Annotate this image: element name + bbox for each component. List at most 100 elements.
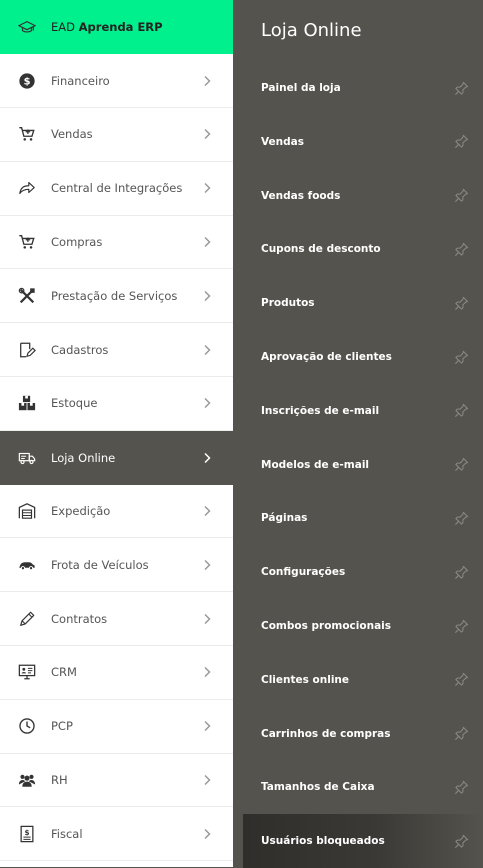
submenu-item-label: Vendas foods [261,189,341,202]
sidebar-item-label: Loja Online [51,450,116,465]
chevron-right-icon [201,559,213,571]
submenu-item-vendas-foods[interactable]: Vendas foods [233,169,483,223]
sidebar-item-label: PCP [51,719,73,734]
sidebar-item-label: EAD Aprenda ERP [51,20,163,34]
submenu-item-cupons-de-desconto[interactable]: Cupons de desconto [233,222,483,276]
edit-document-icon [17,340,37,360]
pin-icon[interactable] [453,349,469,365]
sidebar-item-label: Frota de Veículos [51,557,149,572]
submenu-item-label: Tamanhos de Caixa [261,781,375,794]
submenu-item-label: Painel da loja [261,82,341,94]
submenu-item-modelos-de-e-mail[interactable]: Modelos de e-mail [233,438,483,492]
submenu-item-label: Páginas [261,512,308,525]
chevron-right-icon [201,828,213,840]
sidebar-item-ead[interactable]: EAD Aprenda ERP [0,0,233,54]
chevron-right-icon [201,182,213,194]
sidebar-item-vendas[interactable]: Vendas [0,108,233,162]
submenu-item-carrinhos-de-compras[interactable]: Carrinhos de compras [233,707,483,761]
chevron-right-icon [201,720,213,732]
sidebar-item-prestacao-de-servicos[interactable]: Prestação de Serviços [0,269,233,324]
car-icon [17,555,37,575]
sidebar-item-estoque[interactable]: Estoque [0,377,233,431]
sidebar-item-label: Central de Integrações [51,181,183,196]
sidebar-item-financeiro[interactable]: $ Financeiro [0,54,233,108]
sidebar-item-label: Cadastros [51,342,109,357]
sidebar-item-rh[interactable]: RH [0,753,233,808]
sidebar-item-pcp[interactable]: PCP [0,700,233,754]
submenu-item-paginas[interactable]: Páginas [233,491,483,545]
pin-icon[interactable] [453,833,469,849]
tools-icon [17,286,37,306]
pin-icon[interactable] [453,188,469,204]
chevron-right-icon [201,774,213,786]
submenu-item-label: Modelos de e-mail [261,458,370,471]
sidebar-item-fiscal[interactable]: $ Fiscal [0,807,233,862]
chevron-right-icon [201,344,213,356]
pin-icon[interactable] [453,241,469,257]
people-icon [17,770,37,790]
pen-icon [17,609,37,629]
submenu-item-painel-da-loja[interactable]: Painel da loja [233,61,483,115]
submenu-item-label: Aprovação de clientes [261,351,392,363]
sidebar-item-loja-online[interactable]: Loja Online [0,430,233,485]
submenu-item-vendas[interactable]: Vendas [233,115,483,169]
pin-icon[interactable] [453,80,469,96]
sidebar-item-label: RH [51,772,68,787]
sidebar-item-expedicao[interactable]: Expedição [0,484,233,539]
sidebar-item-label: Estoque [51,396,98,411]
sidebar-item-label: Prestação de Serviços [51,288,178,303]
svg-text:$: $ [24,828,29,837]
chevron-right-icon [201,290,213,302]
pin-icon[interactable] [453,726,469,742]
pin-icon[interactable] [453,134,469,150]
panel-title: Loja Online [261,20,362,41]
sidebar-item-label: Compras [51,234,103,249]
submenu-item-produtos[interactable]: Produtos [233,276,483,330]
submenu-item-combos-promocionais[interactable]: Combos promocionais [233,599,483,653]
submenu-item-label: Combos promocionais [261,620,392,632]
pin-icon[interactable] [453,403,469,419]
chevron-right-icon [201,613,213,625]
sidebar-item-label: Fiscal [51,826,83,841]
sidebar-item-contratos[interactable]: Contratos [0,592,233,646]
chevron-right-icon [201,75,213,87]
boxes-icon [17,393,37,413]
chevron-right-icon [201,397,213,409]
sidebar-item-crm[interactable]: CRM [0,646,233,700]
pin-icon[interactable] [453,779,469,795]
cart-icon [17,124,37,144]
submenu-item-label: Vendas [261,135,304,148]
submenu-panel: Loja Online Painel da loja Vendas Vendas f… [233,0,483,868]
pin-icon[interactable] [453,295,469,311]
submenu-item-clientes-online[interactable]: Clientes online [233,653,483,707]
submenu-item-usuarios-bloqueados[interactable]: Usuários bloqueados [243,814,483,868]
pin-icon[interactable] [453,618,469,634]
sidebar-item-label: Vendas [51,127,93,142]
cart-icon [17,232,37,252]
sidebar-item-central-de-integracoes[interactable]: Central de Integrações [0,162,233,216]
dollar-circle-icon: $ [17,71,37,91]
pin-icon[interactable] [453,510,469,526]
pin-icon[interactable] [453,564,469,580]
submenu-item-label: Cupons de desconto [261,243,381,256]
receipt-icon: $ [17,824,37,844]
submenu-item-inscricoes-de-e-mail[interactable]: Inscrições de e-mail [233,384,483,438]
share-arrow-icon [17,178,37,198]
sidebar-item-label: Expedição [51,503,111,518]
chevron-right-icon [201,128,213,140]
chevron-right-icon [201,452,213,464]
sidebar-item-label: Financeiro [51,73,110,88]
sidebar-item-label: CRM [51,665,77,680]
sidebar-item-frota-de-veiculos[interactable]: Frota de Veículos [0,538,233,593]
submenu-item-configuracoes[interactable]: Configurações [233,545,483,599]
submenu-item-tamanhos-de-caixa[interactable]: Tamanhos de Caixa [233,760,483,814]
delivery-truck-icon [17,448,37,468]
pin-icon[interactable] [453,672,469,688]
sidebar-item-compras[interactable]: Compras [0,215,233,270]
sidebar-item-cadastros[interactable]: Cadastros [0,323,233,377]
pin-icon[interactable] [453,457,469,473]
chevron-right-icon [201,505,213,517]
sidebar-item-label: Contratos [51,611,108,626]
submenu-item-aprovacao-de-clientes[interactable]: Aprovação de clientes [233,330,483,384]
submenu-item-label: Configurações [261,566,346,579]
